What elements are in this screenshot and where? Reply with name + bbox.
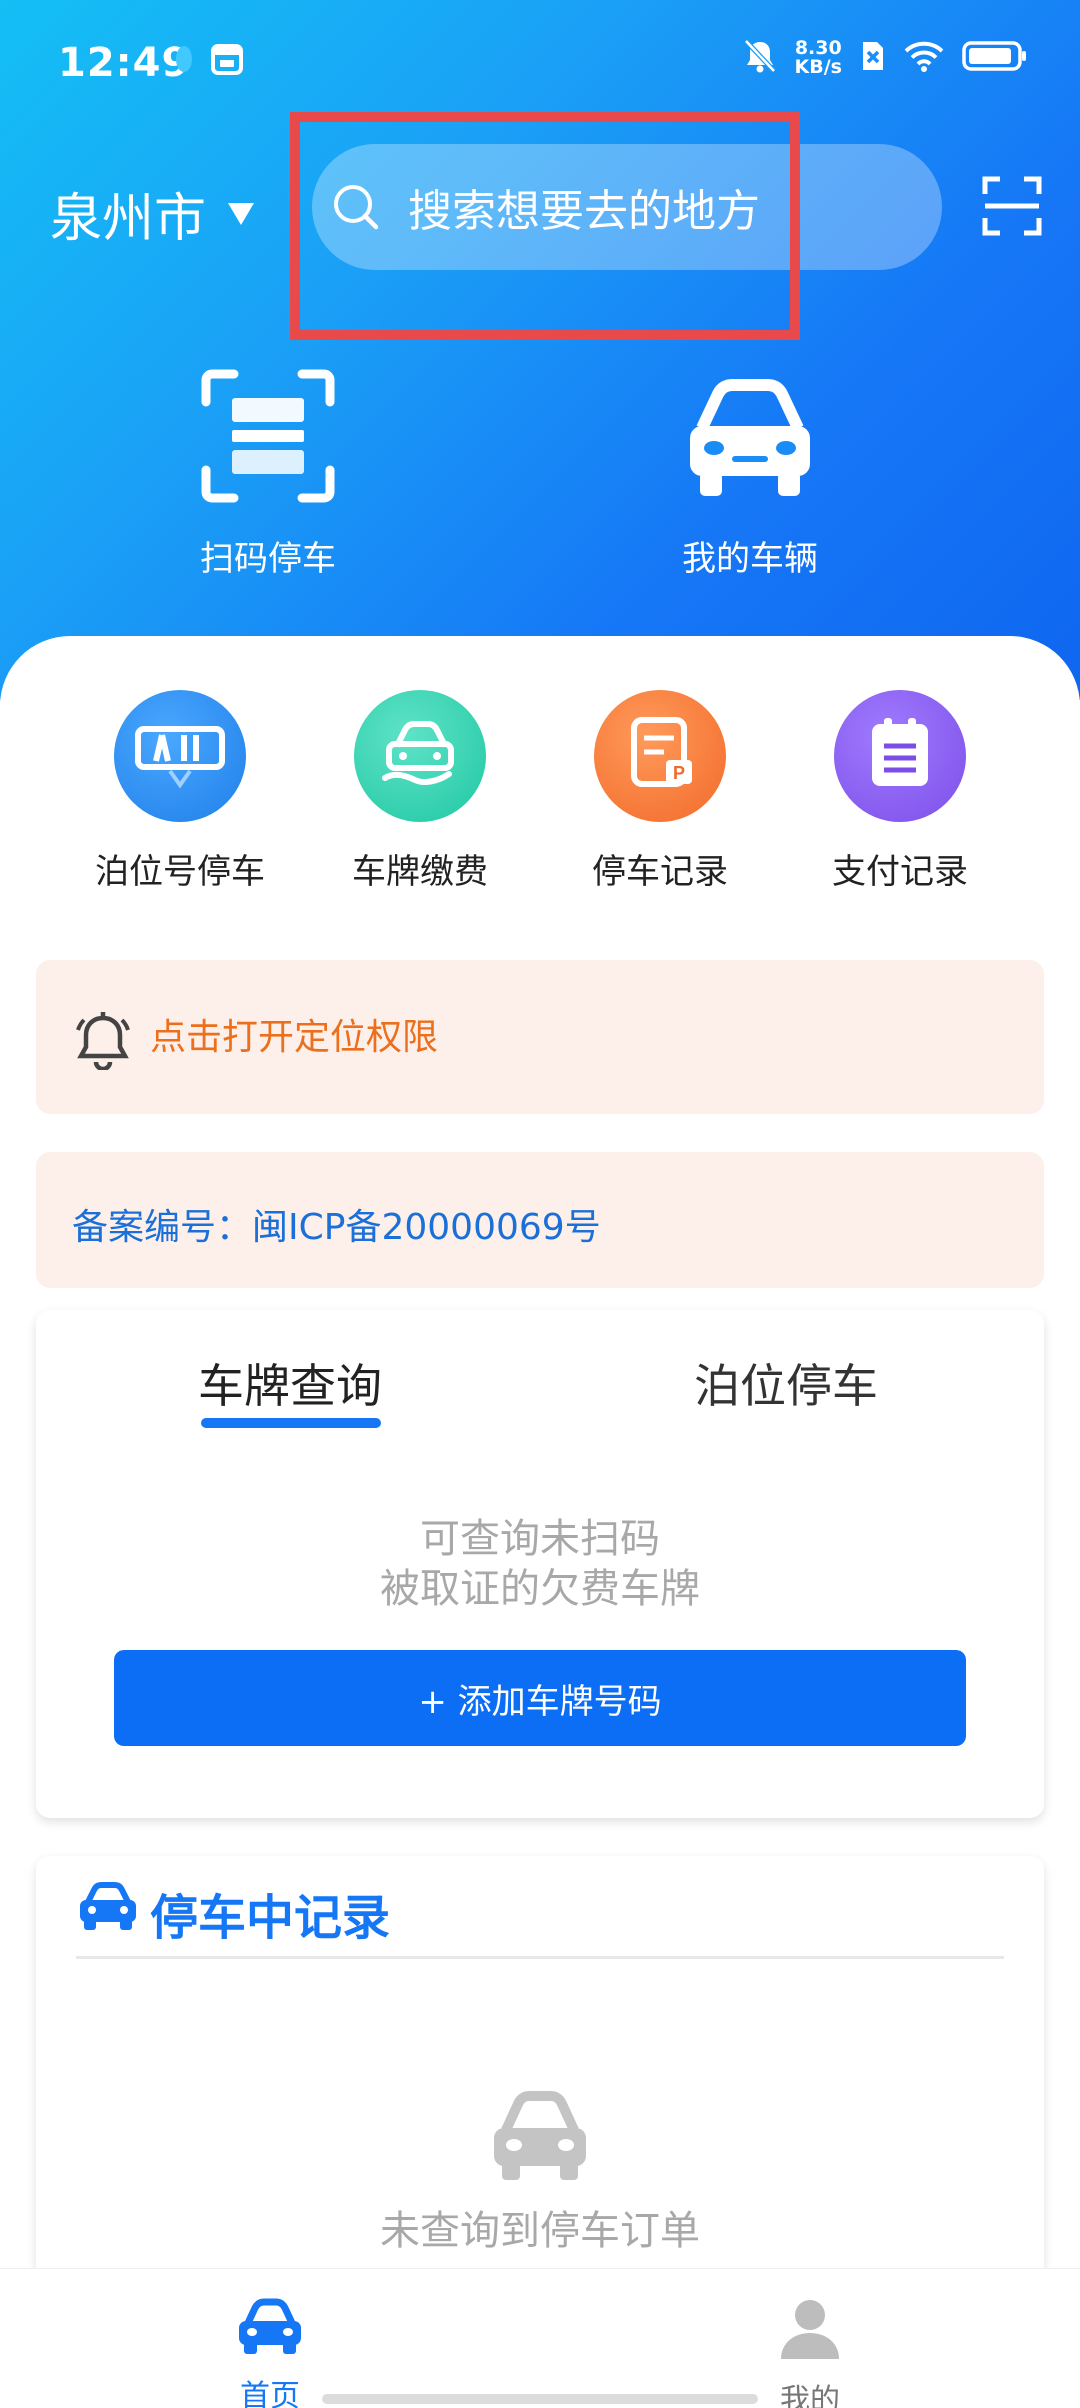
status-time: 12:49 [58, 40, 191, 86]
city-selector[interactable]: 泉州市 [50, 176, 255, 251]
net-speed: 8.30 KB/s [795, 39, 842, 77]
sim-x-icon [860, 39, 886, 77]
car-empty-icon [488, 2088, 592, 2188]
notification-dot-icon [176, 42, 192, 80]
icp-notice: 备案编号：闽ICP备20000069号 [36, 1152, 1044, 1288]
berth-parking-button[interactable]: 泊位号停车 [80, 690, 280, 893]
payment-record-icon [860, 712, 940, 800]
active-tab-indicator [201, 1418, 381, 1428]
bell-icon [74, 1010, 132, 1074]
net-speed-unit: KB/s [794, 56, 842, 78]
my-vehicles-button[interactable]: 我的车辆 [680, 368, 820, 580]
plate-pay-label: 车牌缴费 [352, 852, 488, 892]
car-pay-icon [375, 712, 465, 800]
nav-mine-label: 我的 [780, 2383, 840, 2408]
my-vehicles-label: 我的车辆 [682, 539, 818, 579]
parking-record-icon-circle: P [594, 690, 726, 822]
location-permission-notice[interactable]: 点击打开定位权限 [36, 960, 1044, 1114]
parking-card-divider [76, 1956, 1004, 1959]
status-bar: 12:49 8.30 KB/s [0, 0, 1080, 128]
parking-record-icon: P [620, 712, 700, 800]
berth-icon-circle [114, 690, 246, 822]
svg-text:P: P [673, 763, 685, 783]
scan-qr-icon [200, 368, 336, 513]
nav-home-label: 首页 [240, 2379, 300, 2408]
plate-empty-line1: 可查询未扫码 [420, 1516, 660, 1562]
plate-empty-line2: 被取证的欠费车牌 [380, 1566, 700, 1612]
parking-card-title: 停车中记录 [150, 1890, 391, 1946]
chevron-down-icon [228, 202, 255, 225]
scan-parking-label: 扫码停车 [200, 539, 336, 579]
parking-record-label: 停车记录 [592, 852, 728, 892]
parking-record-button[interactable]: P 停车记录 [560, 690, 760, 893]
wifi-icon [904, 40, 944, 76]
city-label: 泉州市 [50, 189, 207, 249]
bell-muted-icon [743, 38, 777, 78]
calendar-icon [210, 42, 244, 80]
car-small-icon [76, 1878, 140, 1938]
plate-pay-icon-circle [354, 690, 486, 822]
nav-mine[interactable]: 我的 [710, 2295, 910, 2408]
plate-query-card: 车牌查询 泊位停车 可查询未扫码 被取证的欠费车牌 + 添加车牌号码 [36, 1310, 1044, 1818]
home-car-icon [235, 2295, 305, 2361]
location-notice-text: 点击打开定位权限 [150, 1017, 439, 1058]
payment-record-icon-circle [834, 690, 966, 822]
icp-text: 备案编号：闽ICP备20000069号 [72, 1207, 601, 1248]
add-plate-button[interactable]: + 添加车牌号码 [114, 1650, 966, 1746]
scan-frame-icon[interactable] [982, 176, 1042, 236]
tab-berth-parking[interactable]: 泊位停车 [694, 1350, 878, 1416]
bottom-navigation: 首页 我的 [0, 2268, 1080, 2408]
payment-record-button[interactable]: 支付记录 [800, 690, 1000, 893]
add-plate-label: + 添加车牌号码 [418, 1681, 662, 1722]
tab-plate-query[interactable]: 车牌查询 [198, 1350, 382, 1416]
scan-parking-button[interactable]: 扫码停车 [200, 368, 336, 580]
home-indicator[interactable] [322, 2394, 758, 2404]
payment-record-label: 支付记录 [832, 852, 968, 892]
parking-empty-text: 未查询到停车订单 [380, 2208, 700, 2254]
user-icon [777, 2295, 843, 2365]
app-screen: 12:49 8.30 KB/s 泉州市 搜索想要去的地方 扫码停车 我的车辆 泊… [0, 0, 1080, 2408]
berth-number-icon [132, 719, 228, 793]
search-highlight-box [290, 112, 800, 340]
battery-icon [962, 39, 1028, 77]
plate-pay-button[interactable]: 车牌缴费 [320, 690, 520, 893]
berth-parking-label: 泊位号停车 [95, 852, 265, 892]
car-icon [680, 368, 820, 513]
nav-home[interactable]: 首页 [170, 2295, 370, 2408]
